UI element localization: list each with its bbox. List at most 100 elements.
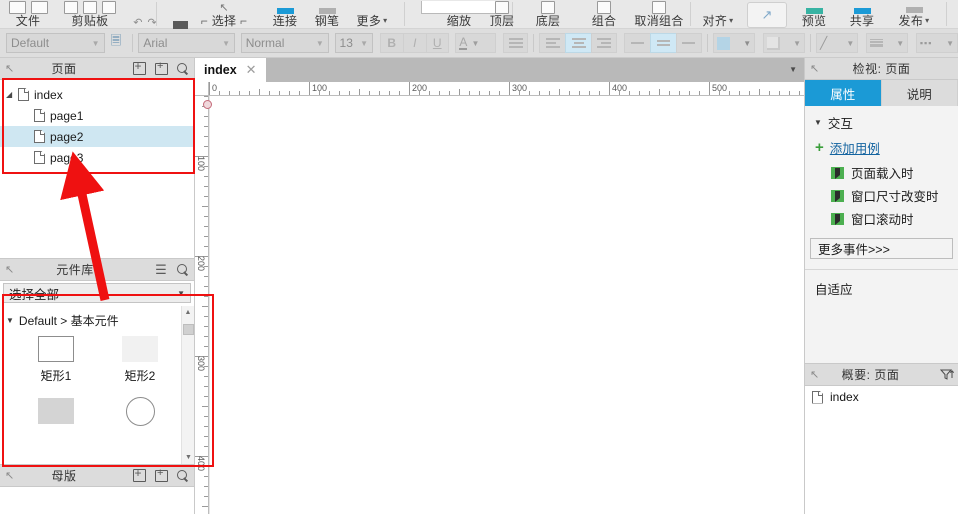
collapse-icon[interactable]: ↖ bbox=[5, 263, 14, 276]
ungroup-icon[interactable] bbox=[652, 1, 666, 14]
add-case-row[interactable]: + 添加用例 bbox=[805, 136, 958, 161]
scroll-up-icon[interactable]: ▲ bbox=[182, 306, 194, 319]
front-icons bbox=[495, 1, 509, 14]
search-icon[interactable] bbox=[172, 59, 194, 79]
ribbon-group-pen[interactable]: 钢笔 bbox=[306, 0, 348, 29]
tab-notes[interactable]: 说明 bbox=[882, 80, 958, 106]
ribbon-group-align[interactable]: 对齐▾ bbox=[694, 0, 742, 29]
more-events-button[interactable]: 更多事件>>> bbox=[810, 238, 953, 259]
ribbon-label-align: 对齐▾ bbox=[703, 13, 734, 29]
event-row-window-scroll[interactable]: 窗口滚动时 bbox=[805, 207, 958, 230]
canvas-tab-index[interactable]: index ✕ bbox=[195, 58, 266, 82]
align-right-button[interactable] bbox=[591, 33, 617, 53]
paste-icon[interactable] bbox=[102, 1, 116, 14]
bullet-list-button[interactable] bbox=[503, 33, 528, 53]
add-folder-icon[interactable] bbox=[150, 59, 172, 79]
ribbon-group-more[interactable]: 更多▾ bbox=[348, 0, 396, 29]
underline-button[interactable]: U bbox=[426, 33, 449, 53]
font-weight-select[interactable]: Normal ▼ bbox=[241, 33, 329, 53]
collapse-icon[interactable]: ↖ bbox=[810, 62, 819, 75]
ribbon-group-file[interactable]: 文件 bbox=[6, 0, 50, 29]
undo-icon[interactable]: ↶ bbox=[133, 16, 142, 29]
line-style-button[interactable]: ▪▪▪ ▼ bbox=[916, 33, 958, 53]
add-page-icon[interactable] bbox=[128, 59, 150, 79]
text-color-button[interactable]: A ▼ bbox=[455, 33, 495, 53]
library-select[interactable]: 选择全部 ▼ bbox=[3, 283, 191, 303]
widget-item-rect1[interactable]: 矩形1 bbox=[14, 331, 98, 393]
tab-properties[interactable]: 属性 bbox=[805, 80, 882, 106]
cursor-icon[interactable]: ↖ bbox=[219, 1, 228, 14]
close-icon[interactable]: ✕ bbox=[246, 62, 257, 78]
line-width-button[interactable]: ▼ bbox=[866, 33, 908, 53]
ribbon-group-preview[interactable]: 预览 bbox=[792, 0, 836, 29]
send-back-icon[interactable] bbox=[541, 1, 555, 14]
ribbon-group-clipboard[interactable]: 剪贴板 bbox=[62, 0, 118, 29]
chevron-down-icon: ▼ bbox=[6, 316, 14, 325]
outline-row-index[interactable]: index bbox=[805, 386, 958, 408]
new-file-icon[interactable] bbox=[9, 1, 26, 14]
valign-bottom-button[interactable] bbox=[676, 33, 702, 53]
chevron-down-icon[interactable]: ▼ bbox=[789, 65, 797, 74]
align-left-button[interactable] bbox=[539, 33, 565, 53]
align-center-button[interactable] bbox=[565, 33, 591, 53]
collapse-icon[interactable]: ↖ bbox=[5, 469, 14, 482]
ribbon-group-select[interactable]: ↖ ⌐ 选择 ⌐ bbox=[186, 0, 262, 29]
ribbon-group-connect[interactable]: 连接 bbox=[264, 0, 306, 29]
ribbon-group-group[interactable]: 组合 bbox=[582, 0, 626, 29]
open-file-icon[interactable] bbox=[31, 1, 48, 14]
interaction-button[interactable]: ↗ bbox=[747, 2, 787, 28]
interaction-section-header[interactable]: ▼ 交互 bbox=[805, 106, 958, 136]
cut-icon[interactable] bbox=[64, 1, 78, 14]
collapse-icon[interactable]: ↖ bbox=[810, 368, 819, 381]
font-family-select[interactable]: Arial ▼ bbox=[138, 33, 235, 53]
tree-row-page1[interactable]: page1 bbox=[0, 105, 194, 126]
line-color-button[interactable]: ╱ ▼ bbox=[816, 33, 858, 53]
collapse-icon[interactable]: ↖ bbox=[5, 62, 14, 75]
ribbon-group-publish[interactable]: 发布▾ bbox=[888, 0, 940, 29]
widget-item-circle[interactable] bbox=[98, 393, 182, 455]
expand-twisty-icon[interactable]: ◢ bbox=[6, 90, 18, 99]
horizontal-ruler[interactable]: 0100200300400500 bbox=[209, 82, 804, 96]
tree-row-page3[interactable]: page3 bbox=[0, 147, 194, 168]
format-toolbar: Default ▼ 🗏 Arial ▼ Normal ▼ 13 ▼ B I U … bbox=[0, 29, 958, 58]
style-manager-button[interactable]: 🗏 bbox=[105, 33, 128, 53]
widget-group-header[interactable]: ▼ Default > 基本元件 bbox=[0, 306, 194, 331]
ruler-tick bbox=[229, 91, 230, 95]
ribbon-group-share[interactable]: 共享 bbox=[840, 0, 884, 29]
vertical-ruler[interactable]: 100200300400 bbox=[195, 96, 209, 514]
search-icon[interactable] bbox=[172, 466, 194, 486]
style-select[interactable]: Default ▼ bbox=[6, 33, 105, 53]
bring-front-icon[interactable] bbox=[495, 1, 509, 14]
valign-middle-button[interactable] bbox=[650, 33, 676, 53]
filter-sort-icon[interactable] bbox=[936, 365, 958, 385]
font-size-select[interactable]: 13 ▼ bbox=[335, 33, 374, 53]
widget-library-scrollbar[interactable]: ▲ ▼ bbox=[181, 306, 194, 464]
scroll-down-icon[interactable]: ▼ bbox=[182, 451, 194, 464]
page-origin-handle[interactable] bbox=[203, 100, 212, 109]
shadow-button[interactable]: ▼ bbox=[763, 33, 805, 53]
ribbon-group-interaction[interactable]: ↗ bbox=[744, 0, 790, 29]
canvas-surface[interactable] bbox=[209, 96, 804, 514]
event-row-window-resize[interactable]: 窗口尺寸改变时 bbox=[805, 184, 958, 207]
bold-button[interactable]: B bbox=[380, 33, 403, 53]
add-page-icon[interactable] bbox=[128, 466, 150, 486]
widget-item-rect3[interactable] bbox=[14, 393, 98, 455]
ribbon-group-front[interactable]: 顶层 bbox=[474, 0, 530, 29]
event-row-page-load[interactable]: 页面载入时 bbox=[805, 161, 958, 184]
ribbon-group-ungroup[interactable]: 取消组合 bbox=[626, 0, 692, 29]
add-folder-icon[interactable] bbox=[150, 466, 172, 486]
ribbon-label-more: 更多▾ bbox=[357, 13, 388, 29]
fill-color-button[interactable]: ▼ bbox=[713, 33, 755, 53]
italic-button[interactable]: I bbox=[403, 33, 426, 53]
widget-item-rect2[interactable]: 矩形2 bbox=[98, 331, 182, 393]
copy-icon[interactable] bbox=[83, 1, 97, 14]
add-case-link[interactable]: 添加用例 bbox=[830, 138, 880, 157]
ribbon-group-back[interactable]: 底层 bbox=[526, 0, 570, 29]
group-icon[interactable] bbox=[597, 1, 611, 14]
tree-row-index[interactable]: ◢ index bbox=[0, 84, 194, 105]
hamburger-icon[interactable]: ☰ bbox=[150, 260, 172, 280]
search-icon[interactable] bbox=[172, 260, 194, 280]
valign-top-button[interactable] bbox=[624, 33, 650, 53]
tree-row-page2[interactable]: page2 bbox=[0, 126, 194, 147]
scrollbar-thumb[interactable] bbox=[183, 324, 194, 335]
